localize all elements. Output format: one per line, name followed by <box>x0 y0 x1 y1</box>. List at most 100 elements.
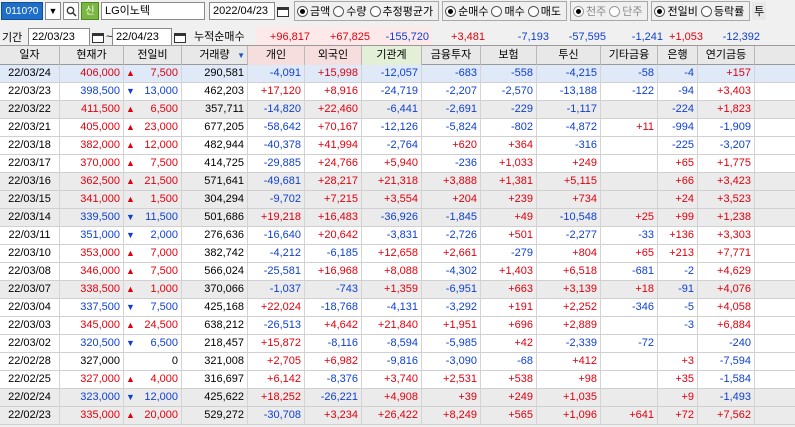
cell-date: 22/03/23 <box>0 83 60 100</box>
cell-date: 22/03/07 <box>0 281 60 298</box>
table-row[interactable]: 22/02/23 335,000 ▲ 20,000 529,272 -30,708 +3,2… <box>0 407 795 425</box>
cell-change-value: 7,500 <box>150 67 178 79</box>
table-row[interactable]: 22/03/11 351,000 ▼ 2,000 276,636 -16,640 +20,6… <box>0 227 795 245</box>
sum-individual: +96,817 <box>256 27 313 47</box>
cell-bank: -994 <box>658 119 698 136</box>
table-row[interactable]: 22/03/23 398,500 ▼ 13,000 462,203 +17,120 +8,9… <box>0 83 795 101</box>
cell-change-value: 2,000 <box>150 229 178 241</box>
compare-prevday-label: 전일비 <box>667 6 698 18</box>
cell-price: 339,500 <box>60 209 124 226</box>
stock-name-field[interactable]: LG이노텍 <box>101 2 205 20</box>
compare-rate-radio[interactable]: 등락률 <box>700 3 744 19</box>
table-row[interactable]: 22/03/22 411,500 ▲ 6,500 357,711 -14,820 +22,4… <box>0 101 795 119</box>
col-header-institution[interactable]: 기관계 <box>362 46 422 65</box>
calendar-icon[interactable] <box>172 28 188 46</box>
col-header-date[interactable]: 일자 <box>0 46 60 65</box>
mode-amount-radio[interactable]: 금액 <box>297 3 330 19</box>
unit-thousand-radio[interactable]: 천주 <box>572 3 606 19</box>
up-triangle-icon: ▲ <box>126 266 135 276</box>
cell-institution: +21,318 <box>362 173 422 190</box>
up-triangle-icon: ▲ <box>126 194 135 204</box>
cell-bank: +65 <box>658 155 698 172</box>
table-row[interactable]: 22/03/18 382,000 ▲ 12,000 482,944 -40,378 +41,… <box>0 137 795 155</box>
cell-change: ▲ 12,000 <box>124 137 182 154</box>
cell-trust: +3,139 <box>537 281 601 298</box>
cell-date: 22/02/28 <box>0 353 60 370</box>
col-header-change[interactable]: 전일비 <box>124 46 182 65</box>
table-row[interactable]: 22/02/28 327,000 0 321,008 +2,705 +6,982 -9,81… <box>0 353 795 371</box>
period-start-field[interactable]: 22/03/23 <box>28 28 90 46</box>
col-header-individual[interactable]: 개인 <box>248 46 305 65</box>
table-row[interactable]: 22/03/04 337,500 ▼ 7,500 425,168 +22,024 -18,7… <box>0 299 795 317</box>
table-row[interactable]: 22/03/15 341,000 ▲ 1,500 304,294 -9,702 +7,215… <box>0 191 795 209</box>
down-triangle-icon: ▼ <box>126 230 135 240</box>
period-end-field[interactable]: 22/04/23 <box>112 28 172 46</box>
mode-quantity-radio[interactable]: 수량 <box>333 3 367 19</box>
cell-volume: 462,203 <box>182 83 248 100</box>
table-row[interactable]: 22/02/25 327,000 ▲ 4,000 316,697 +6,142 -8,376… <box>0 371 795 389</box>
table-row[interactable]: 22/03/16 362,500 ▲ 21,500 571,641 -49,681 +28,… <box>0 173 795 191</box>
cell-foreign: +16,968 <box>305 263 362 280</box>
sort-down-icon[interactable]: ▼ <box>237 46 245 65</box>
cell-trust: +734 <box>537 191 601 208</box>
screen-code[interactable]: 0110?0 <box>1 2 43 20</box>
table-row[interactable]: 22/03/17 370,000 ▲ 7,500 414,725 -29,885 +24,7… <box>0 155 795 173</box>
col-header-foreign[interactable]: 외국인 <box>305 46 362 65</box>
cell-financial: +8,249 <box>422 407 481 424</box>
table-row[interactable]: 22/03/10 353,000 ▲ 7,000 382,742 -4,212 -6,185… <box>0 245 795 263</box>
cell-change-value: 11,500 <box>145 211 178 223</box>
radio-dot <box>491 5 503 17</box>
cell-financial: -236 <box>422 155 481 172</box>
cell-pension: +4,629 <box>698 263 755 280</box>
mode-avgprice-radio[interactable]: 추정평균가 <box>369 3 433 19</box>
col-header-bank[interactable]: 은행 <box>658 46 698 65</box>
col-header-trust[interactable]: 투신 <box>537 46 601 65</box>
table-row[interactable]: 22/03/24 406,000 ▲ 7,500 290,581 -4,091 +15,99… <box>0 65 795 83</box>
cell-other-financial: -681 <box>601 263 658 280</box>
cell-insurance: -802 <box>481 119 537 136</box>
type-buy-radio[interactable]: 매수 <box>491 3 525 19</box>
cell-change: ▲ 7,500 <box>124 65 182 82</box>
table-row[interactable]: 22/03/14 339,500 ▼ 11,500 501,686 +19,218 +16,… <box>0 209 795 227</box>
extra-button[interactable]: 투 <box>752 2 767 20</box>
table-row[interactable]: 22/03/03 345,000 ▲ 24,500 638,212 -26,513 +4,6… <box>0 317 795 335</box>
dropdown-arrow-icon[interactable]: ▼ <box>45 2 61 20</box>
type-net-radio[interactable]: 순매수 <box>445 3 488 19</box>
col-header-pension[interactable]: 연기금등 <box>698 46 755 65</box>
cell-date: 22/03/17 <box>0 155 60 172</box>
date-field[interactable]: 2022/04/23 <box>209 2 275 20</box>
new-stock-badge[interactable]: 신 <box>81 2 99 20</box>
col-header-insurance[interactable]: 보험 <box>481 46 537 65</box>
type-buy-label: 매수 <box>504 6 525 18</box>
col-header-other-financial[interactable]: 기타금융 <box>601 46 658 65</box>
radio-dot <box>700 5 712 17</box>
cell-insurance: +1,403 <box>481 263 537 280</box>
compare-prevday-radio[interactable]: 전일비 <box>654 3 698 19</box>
cell-other-financial <box>601 317 658 334</box>
search-icon[interactable] <box>63 2 79 20</box>
cell-other-financial: +11 <box>601 119 658 136</box>
col-header-price[interactable]: 현재가 <box>60 46 124 65</box>
cell-bank: +136 <box>658 227 698 244</box>
radio-dot <box>527 5 539 17</box>
cell-bank: -2 <box>658 263 698 280</box>
table-row[interactable]: 22/03/08 346,000 ▲ 7,500 566,024 -25,581 +16,9… <box>0 263 795 281</box>
compare-group: 전일비 등락률 <box>651 1 751 21</box>
cell-volume: 677,205 <box>182 119 248 136</box>
col-header-volume[interactable]: 거래량 ▼ <box>182 46 248 65</box>
unit-single-radio[interactable]: 단주 <box>609 3 642 19</box>
cell-insurance: +49 <box>481 209 537 226</box>
cell-other-financial: +641 <box>601 407 658 424</box>
calendar-icon[interactable] <box>275 2 291 20</box>
calendar-icon[interactable] <box>90 28 106 46</box>
col-header-financial[interactable]: 금융투자 <box>422 46 481 65</box>
cell-insurance: -558 <box>481 65 537 82</box>
up-triangle-icon: ▲ <box>126 122 135 132</box>
cell-other-financial: +25 <box>601 209 658 226</box>
table-row[interactable]: 22/03/02 320,500 ▼ 6,500 218,457 +15,872 -8,11… <box>0 335 795 353</box>
table-row[interactable]: 22/03/07 338,500 ▲ 1,000 370,066 -1,037 -743 +1… <box>0 281 795 299</box>
table-row[interactable]: 22/02/24 323,000 ▼ 12,000 425,622 +18,252 -26,… <box>0 389 795 407</box>
type-sell-radio[interactable]: 매도 <box>527 3 561 19</box>
table-row[interactable]: 22/03/21 405,000 ▲ 23,000 677,205 -58,642 +70,… <box>0 119 795 137</box>
cell-bank: -91 <box>658 281 698 298</box>
